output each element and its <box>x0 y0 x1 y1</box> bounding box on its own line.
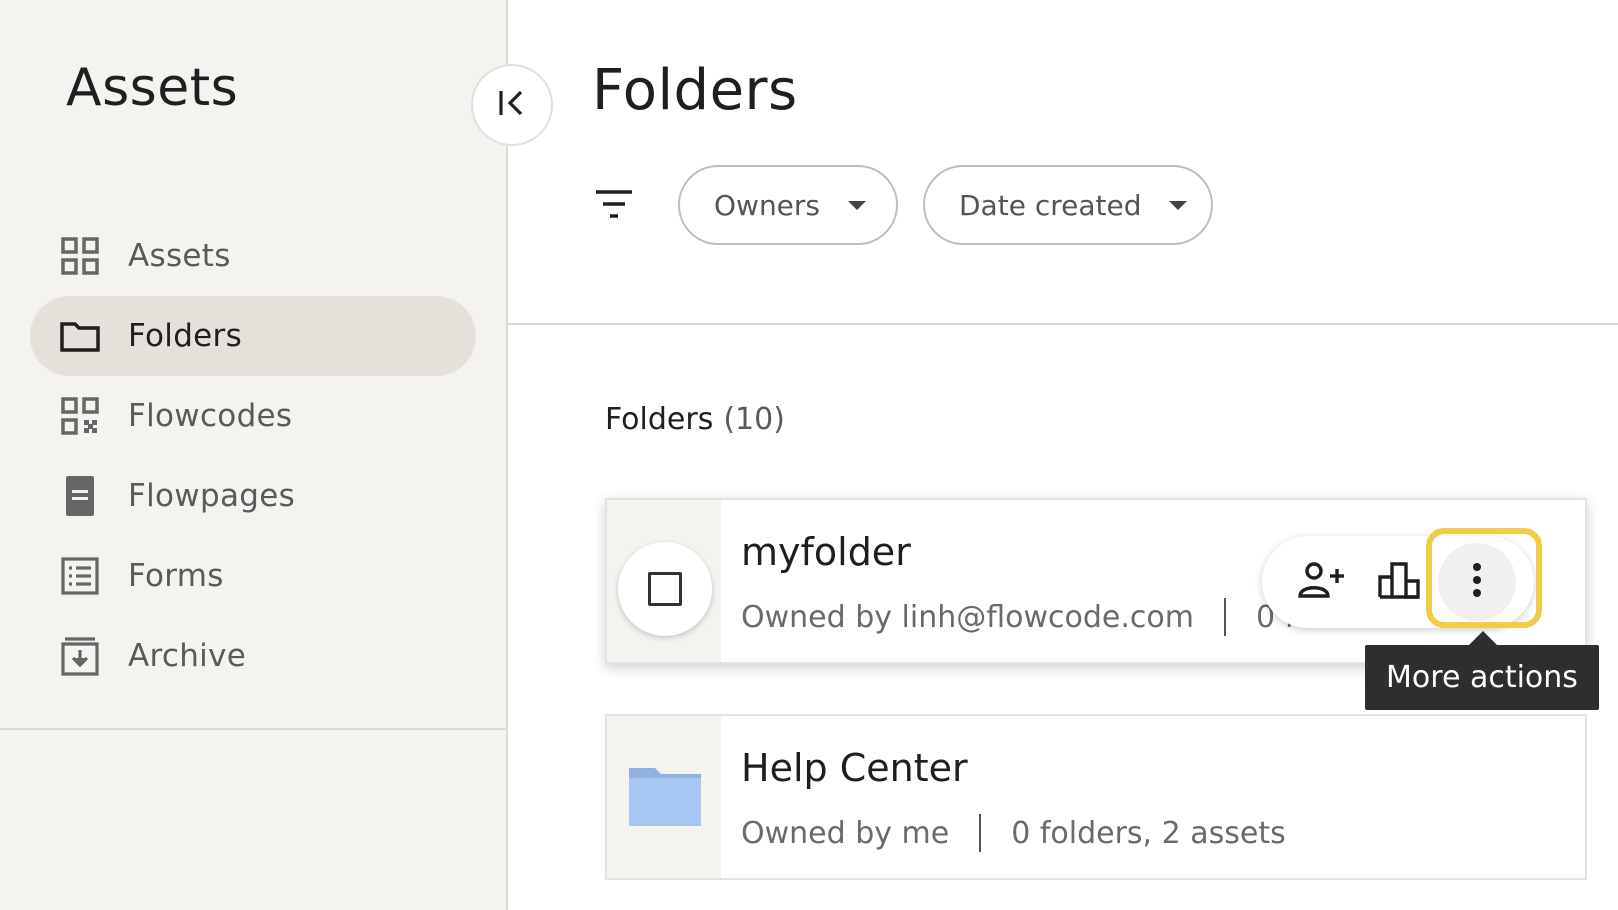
folder-owner: Owned by linh@flowcode.com <box>741 599 1194 635</box>
section-title: Folders <box>605 402 714 437</box>
sidebar-item-archive[interactable]: Archive <box>30 616 476 696</box>
page-icon <box>58 474 102 518</box>
folder-card-help-center[interactable]: Help Center Owned by me 0 folders, 2 ass… <box>605 714 1587 880</box>
form-list-icon <box>58 554 102 598</box>
sidebar-title: Assets <box>66 58 239 118</box>
sidebar-item-label: Assets <box>128 238 231 274</box>
archive-icon <box>58 634 102 678</box>
section-count: (10) <box>723 402 785 437</box>
tooltip-arrow <box>1468 631 1498 646</box>
owners-filter-dropdown[interactable]: Owners <box>678 165 898 245</box>
header-divider <box>508 323 1618 325</box>
sidebar-nav: Assets Folders Flowcodes Flowpages Forms… <box>30 216 476 696</box>
date-created-filter-dropdown[interactable]: Date created <box>923 165 1213 245</box>
select-checkbox[interactable] <box>618 542 712 636</box>
filter-icon[interactable] <box>594 188 634 220</box>
add-person-icon <box>1297 561 1345 603</box>
date-created-filter-label: Date created <box>959 188 1142 222</box>
folder-meta: Owned by me 0 folders, 2 assets <box>741 814 1286 852</box>
checkbox-square-icon <box>648 572 682 606</box>
more-vertical-icon <box>1472 562 1482 602</box>
folder-name: myfolder <box>741 530 911 574</box>
meta-separator <box>979 814 982 852</box>
more-actions-tooltip: More actions <box>1365 645 1599 710</box>
more-actions-button[interactable] <box>1438 543 1516 621</box>
grid-icon <box>58 234 102 278</box>
folder-action-bar <box>1262 536 1534 628</box>
bar-chart-icon <box>1378 561 1420 603</box>
qr-code-icon <box>58 394 102 438</box>
page-title: Folders <box>592 58 798 123</box>
folder-owner: Owned by me <box>741 815 950 851</box>
sidebar-item-label: Forms <box>128 558 224 594</box>
sidebar-item-assets[interactable]: Assets <box>30 216 476 296</box>
sidebar: Assets Assets Folders Flowcodes Flowpage… <box>0 0 508 910</box>
folder-thumbnail <box>607 716 721 878</box>
folders-section-label: Folders (10) <box>605 402 785 437</box>
sidebar-item-folders[interactable]: Folders <box>30 296 476 376</box>
sidebar-item-label: Archive <box>128 638 247 674</box>
folder-name: Help Center <box>741 746 968 790</box>
share-button[interactable] <box>1282 543 1360 621</box>
analytics-button[interactable] <box>1360 543 1438 621</box>
sidebar-divider <box>0 728 506 730</box>
sidebar-item-label: Folders <box>128 318 243 354</box>
folder-blue-icon <box>629 768 701 830</box>
caret-down-icon <box>848 200 867 210</box>
owners-filter-label: Owners <box>714 188 821 222</box>
caret-down-icon <box>1169 200 1188 210</box>
collapse-sidebar-button[interactable] <box>471 64 553 146</box>
folder-icon <box>58 314 102 358</box>
sidebar-item-flowcodes[interactable]: Flowcodes <box>30 376 476 456</box>
collapse-left-icon <box>497 89 527 121</box>
folder-summary: 0 folders, 2 assets <box>1011 815 1286 851</box>
sidebar-item-label: Flowpages <box>128 478 296 514</box>
sidebar-item-flowpages[interactable]: Flowpages <box>30 456 476 536</box>
sidebar-item-forms[interactable]: Forms <box>30 536 476 616</box>
sidebar-item-label: Flowcodes <box>128 398 293 434</box>
meta-separator <box>1223 598 1226 636</box>
